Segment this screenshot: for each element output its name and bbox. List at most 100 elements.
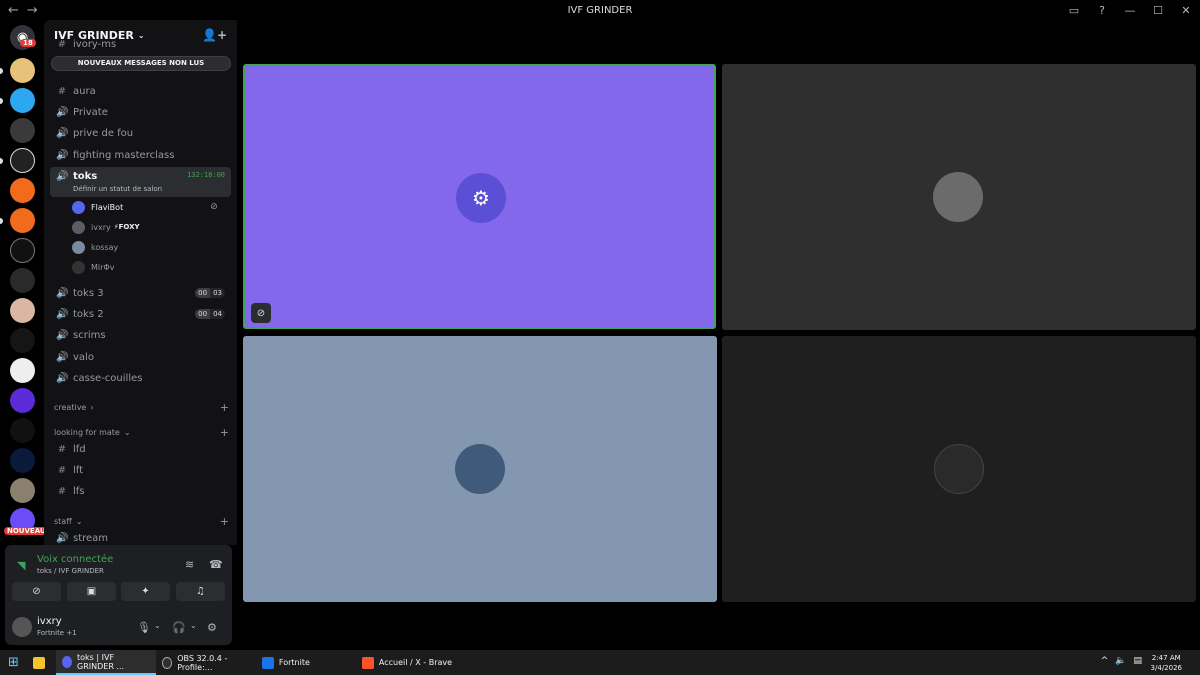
close-icon[interactable]: ✕	[1172, 0, 1200, 20]
category-looking-for-mate[interactable]: looking for mate ⌄ +	[54, 426, 229, 439]
network-icon[interactable]: ▤	[1133, 656, 1142, 666]
app-label: Fortnite	[278, 658, 310, 667]
hash-icon: #	[57, 443, 67, 455]
file-explorer-button[interactable]	[27, 650, 56, 675]
channel-name: casse-couilles	[73, 372, 143, 384]
add-channel-icon[interactable]: +	[220, 426, 229, 439]
server-icon[interactable]	[10, 238, 35, 263]
maximize-icon[interactable]: ☐	[1144, 0, 1172, 20]
video-tile-user[interactable]	[722, 64, 1196, 330]
user-activity: Fortnite +1	[37, 629, 77, 637]
taskbar-app[interactable]: OBS 32.0.4 - Profile:...	[156, 650, 256, 675]
add-channel-icon[interactable]: +	[220, 515, 229, 528]
inbox-icon[interactable]: ▭	[1060, 0, 1088, 20]
avatar	[72, 220, 85, 234]
server-icon[interactable]	[10, 268, 35, 293]
server-icon[interactable]	[10, 388, 35, 413]
active-voice-channel[interactable]: 🔊 toks 132:18:00 Définir un statut de sa…	[50, 167, 231, 197]
title-bar: ← → IVF GRINDER ▭ ? — ☐ ✕	[0, 0, 1200, 20]
channel-item[interactable]: 🔊 stream	[50, 528, 231, 545]
chevron-up-icon[interactable]: ^	[1101, 656, 1109, 666]
channel-item[interactable]: 🔊 toks 3 00 03	[50, 283, 231, 303]
server-icon[interactable]	[10, 58, 35, 83]
start-button[interactable]: ⊞	[0, 650, 27, 675]
category-creative[interactable]: creative › +	[54, 401, 229, 414]
channel-item[interactable]: 🔊 casse-couilles	[50, 368, 231, 388]
server-icon[interactable]	[10, 448, 35, 473]
server-icon[interactable]	[10, 478, 35, 503]
voice-user[interactable]: MirΦv	[72, 258, 114, 276]
taskbar-app[interactable]: Accueil / X - Brave	[356, 650, 466, 675]
voice-user[interactable]: ivxry ⚡FOXY	[72, 218, 140, 236]
channel-item[interactable]: # lft	[50, 460, 231, 480]
clock[interactable]: 2:47 AM 3/4/2026	[1151, 653, 1182, 673]
volume-icon[interactable]: 🔈	[1115, 656, 1126, 666]
channel-item[interactable]: 🔊 prive de fou	[50, 123, 231, 143]
user-name: FlaviBot	[91, 202, 124, 212]
chevron-down-icon[interactable]: ⌄	[190, 621, 197, 630]
category-label: staff	[54, 517, 72, 526]
new-badge: NOUVEAU	[4, 527, 49, 535]
server-icon[interactable]	[10, 208, 35, 233]
channel-item[interactable]: # aura	[50, 81, 231, 101]
signal-icon[interactable]: ◥	[17, 559, 25, 572]
server-icon[interactable]	[10, 358, 35, 383]
server-icon[interactable]	[10, 118, 35, 143]
voice-status[interactable]: Voix connectée	[37, 554, 113, 565]
noise-suppression-icon[interactable]: ≋	[185, 558, 194, 571]
avatar	[72, 260, 85, 274]
taskbar-app[interactable]: Fortnite	[256, 650, 356, 675]
server-icon[interactable]	[10, 298, 35, 323]
taskbar-app[interactable]: toks | IVF GRINDER ...	[55, 650, 156, 675]
voice-location[interactable]: toks / IVF GRINDER	[37, 567, 104, 575]
avatar[interactable]	[12, 617, 32, 637]
disconnect-icon[interactable]: ☎	[209, 558, 223, 571]
channel-item[interactable]: # lfd	[50, 439, 231, 459]
set-channel-status[interactable]: Définir un statut de salon	[73, 185, 162, 193]
gear-icon[interactable]: ⚙	[207, 621, 217, 634]
channel-item[interactable]: 🔊 toks 2 00 04	[50, 304, 231, 324]
help-icon[interactable]: ?	[1088, 0, 1116, 20]
server-icon[interactable]	[10, 418, 35, 443]
obs-icon	[161, 656, 173, 669]
forward-arrow-icon[interactable]: →	[27, 3, 38, 18]
unread-pill	[0, 218, 3, 224]
microphone-icon[interactable]: 🎙	[137, 621, 151, 634]
channel-item[interactable]: # ivory-ms	[50, 38, 231, 50]
back-arrow-icon[interactable]: ←	[8, 3, 19, 18]
server-icon[interactable]	[10, 88, 35, 113]
voice-user[interactable]: FlaviBot ⊘	[72, 198, 218, 216]
chevron-down-icon[interactable]: ⌄	[154, 621, 161, 630]
channel-name: prive de fou	[73, 127, 134, 139]
screen-share-button[interactable]: ▣	[67, 582, 116, 601]
add-channel-icon[interactable]: +	[220, 401, 229, 414]
voice-user[interactable]: kossay	[72, 238, 118, 256]
channel-item[interactable]: 🔊 Private	[50, 102, 231, 122]
channel-item[interactable]: 🔊 fighting masterclass	[50, 145, 231, 165]
channel-item[interactable]: # lfs	[50, 481, 231, 501]
category-staff[interactable]: staff ⌄ +	[54, 515, 229, 528]
video-tile-user[interactable]	[722, 336, 1196, 602]
folder-icon	[32, 656, 45, 669]
unread-messages-banner[interactable]: NOUVEAUX MESSAGES NON LUS	[51, 56, 231, 71]
headphones-icon[interactable]: 🎧	[172, 621, 186, 634]
windows-icon: ⊞	[8, 655, 19, 670]
soundboard-button[interactable]: ♫	[176, 582, 225, 601]
server-icon[interactable]	[10, 178, 35, 203]
fortnite-icon	[261, 656, 274, 669]
channel-item[interactable]: 🔊 valo	[50, 347, 231, 367]
activities-button[interactable]: ✦	[121, 582, 170, 601]
date: 3/4/2026	[1150, 664, 1182, 672]
video-tile-user[interactable]	[243, 336, 717, 602]
app-label: OBS 32.0.4 - Profile:...	[177, 653, 228, 672]
channel-name: toks	[73, 171, 98, 182]
channel-item[interactable]: 🔊 scrims	[50, 325, 231, 345]
server-icon[interactable]	[10, 148, 35, 173]
video-tile-bot[interactable]: ⚙ ⊘	[243, 64, 716, 329]
speaker-icon: 🔊	[56, 149, 69, 161]
server-icon[interactable]	[10, 328, 35, 353]
minimize-icon[interactable]: —	[1116, 0, 1144, 20]
user-name[interactable]: ivxry	[37, 616, 62, 627]
camera-off-button[interactable]: ⊘	[12, 582, 61, 601]
video-off-icon: ⊘	[210, 202, 218, 212]
